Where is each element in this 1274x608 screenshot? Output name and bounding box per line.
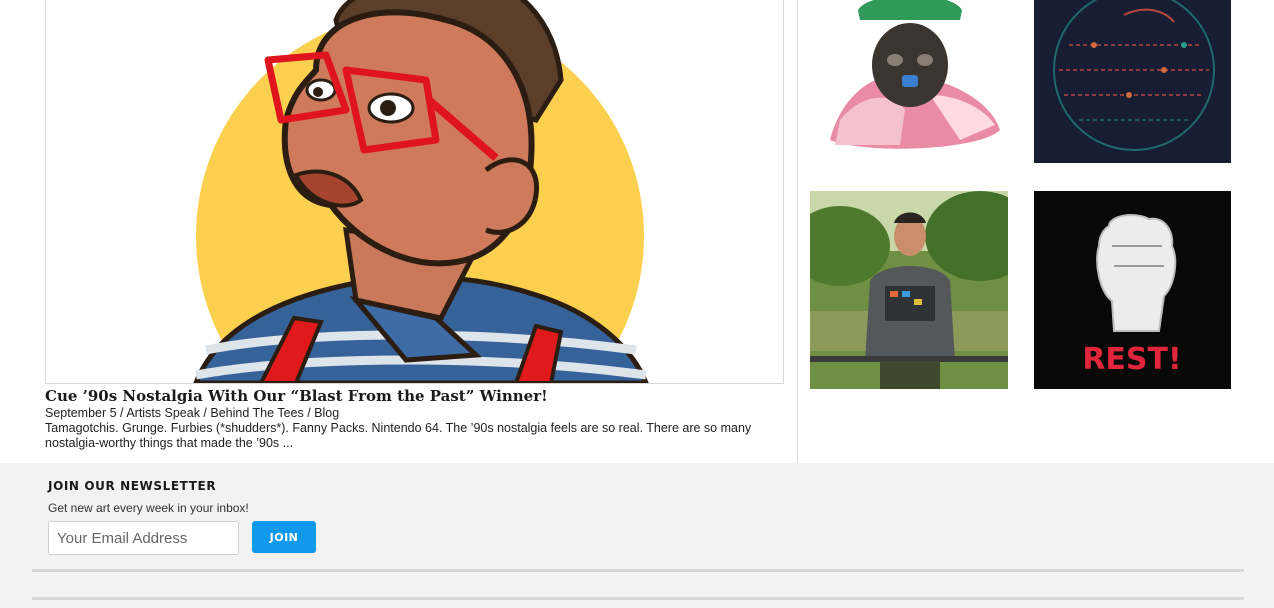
category-link-blog[interactable]: Blog — [314, 406, 339, 420]
featured-post-image[interactable] — [45, 0, 784, 384]
newsletter-subtext: Get new art every week in your inbox! — [48, 501, 249, 515]
meta-separator: / — [303, 406, 315, 420]
fist-art-text: REST! — [1082, 342, 1181, 377]
column-divider — [797, 0, 798, 463]
dog-photo-image — [830, 0, 1000, 149]
newsletter-section: JOIN OUR NEWSLETTER Get new art every we… — [0, 463, 1274, 608]
category-link-artists-speak[interactable]: Artists Speak — [126, 406, 200, 420]
thumbnail-man-photo[interactable] — [810, 191, 1008, 389]
post-title[interactable]: Cue ’90s Nostalgia With Our “Blast From … — [45, 387, 548, 405]
meta-separator: / — [116, 406, 127, 420]
category-link-behind-the-tees[interactable]: Behind The Tees — [210, 406, 303, 420]
newsletter-heading: JOIN OUR NEWSLETTER — [48, 479, 217, 493]
thumbnail-fist-art[interactable]: REST! — [1034, 191, 1231, 389]
thumbnail-globe-art[interactable] — [1034, 0, 1231, 163]
fist-art-image: REST! — [1082, 214, 1182, 377]
meta-separator: / — [199, 406, 211, 420]
footer-divider — [32, 597, 1244, 600]
footer-divider — [32, 569, 1244, 572]
post-excerpt: Tamagotchis. Grunge. Furbies (*shudders*… — [45, 421, 752, 450]
cartoon-illustration — [193, 0, 649, 383]
post-date: September 5 — [45, 406, 117, 420]
man-photo-image — [810, 191, 1008, 389]
content-area: Cue ’90s Nostalgia With Our “Blast From … — [0, 0, 1274, 463]
globe-art-image — [1053, 0, 1215, 151]
thumbnail-dog-photo[interactable] — [810, 0, 1008, 163]
post-meta: September 5 / Artists Speak / Behind The… — [45, 406, 339, 420]
join-button[interactable]: JOIN — [252, 521, 316, 553]
email-field[interactable] — [48, 521, 239, 555]
